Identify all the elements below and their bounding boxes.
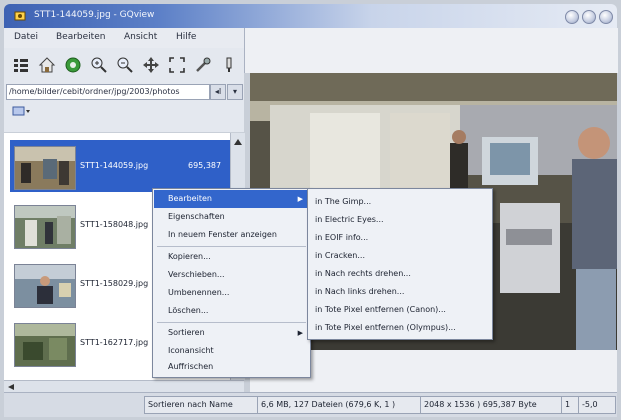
path-back-button[interactable]: ◂I: [210, 84, 226, 100]
scroll-left-icon[interactable]: [8, 384, 14, 390]
scroll-up-icon[interactable]: [234, 139, 242, 145]
file-name: STT1-158029.jpg: [80, 279, 149, 288]
menu-item-label: Sortieren: [168, 328, 205, 337]
path-menu-button[interactable]: ▾: [227, 84, 243, 100]
menu-separator: [157, 322, 306, 323]
menu-bearbeiten[interactable]: Bearbeiten: [56, 32, 105, 42]
submenu-item-exif-info[interactable]: in EOIF info...: [309, 229, 491, 247]
submenu-item-gimp[interactable]: in The Gimp...: [309, 193, 491, 211]
zoom-fit-icon[interactable]: [142, 56, 160, 74]
path-input[interactable]: /home/bilder/cebit/ordner/jpg/2003/photo…: [6, 84, 210, 100]
close-icon[interactable]: [599, 10, 613, 24]
status-info: 6,6 MB, 127 Dateien (679,6 K, 1 ): [257, 396, 423, 414]
submenu-item-rotate-right[interactable]: in Nach rechts drehen...: [309, 265, 491, 283]
menu-ansicht[interactable]: Ansicht: [124, 32, 157, 42]
list-item[interactable]: STT1-144059.jpg 695,387: [10, 140, 230, 192]
sort-button[interactable]: Sortieren nach Name: [144, 396, 258, 414]
menu-separator: [157, 246, 306, 247]
tools-icon[interactable]: [194, 56, 212, 74]
refresh-icon[interactable]: [64, 56, 82, 74]
file-name: STT1-158048.jpg: [80, 220, 149, 229]
zoom-in-icon[interactable]: [90, 56, 108, 74]
menu-item-verschieben[interactable]: Verschieben...: [154, 266, 309, 284]
thumbnail: [14, 264, 76, 308]
menu-item-neues-fenster[interactable]: In neuem Fenster anzeigen: [154, 226, 309, 244]
folder-dropdown-icon[interactable]: [12, 106, 32, 118]
submenu-arrow-icon: ▶: [297, 329, 303, 337]
viewer-header: [244, 28, 618, 73]
status-zoom: -5,0: [578, 396, 616, 414]
menu-item-umbenennen[interactable]: Umbenennen...: [154, 284, 309, 302]
folder-area: [4, 100, 244, 132]
maximize-icon[interactable]: [582, 10, 596, 24]
zoom-out-icon[interactable]: [116, 56, 134, 74]
status-page: 1: [561, 396, 579, 414]
menu-hilfe[interactable]: Hilfe: [176, 32, 196, 42]
menu-item-sortieren[interactable]: Sortieren ▶: [154, 324, 309, 342]
file-name: STT1-144059.jpg: [80, 161, 149, 170]
status-dims: 2048 x 1536 ) 695,387 Byte: [420, 396, 564, 414]
home-icon[interactable]: [38, 56, 56, 74]
menubar: Datei Bearbeiten Ansicht Hilfe: [4, 28, 244, 49]
fullscreen-icon[interactable]: [168, 56, 186, 74]
submenu-item-cracken[interactable]: in Cracken...: [309, 247, 491, 265]
submenu-item-rotate-left[interactable]: in Nach links drehen...: [309, 283, 491, 301]
menu-item-auffrischen[interactable]: Auffrischen: [154, 358, 309, 376]
app-icon: [14, 11, 26, 21]
status-bar: Sortieren nach Name 6,6 MB, 127 Dateien …: [4, 392, 617, 417]
submenu-item-dead-pixel-canon[interactable]: in Tote Pixel entfernen (Canon)...: [309, 301, 491, 319]
config-icon[interactable]: [220, 56, 238, 74]
thumbnail: [14, 146, 76, 190]
toolbar: [4, 48, 244, 83]
minimize-icon[interactable]: [565, 10, 579, 24]
menu-item-loeschen[interactable]: Löschen...: [154, 302, 309, 320]
edit-submenu: in The Gimp... in Electric Eyes... in EO…: [307, 188, 493, 340]
file-size: 695,387: [188, 161, 222, 170]
window-title: STT1-144059.jpg - GQview: [34, 10, 155, 20]
submenu-arrow-icon: ▶: [297, 195, 303, 203]
submenu-item-dead-pixel-olympus[interactable]: in Tote Pixel entfernen (Olympus)...: [309, 319, 491, 337]
thumbnail: [14, 323, 76, 367]
menu-item-bearbeiten[interactable]: Bearbeiten ▶: [154, 190, 309, 208]
context-menu: Bearbeiten ▶ Eigenschaften In neuem Fens…: [152, 188, 311, 378]
menu-datei[interactable]: Datei: [14, 32, 38, 42]
menu-item-label: Bearbeiten: [168, 194, 212, 203]
submenu-item-electric-eyes[interactable]: in Electric Eyes...: [309, 211, 491, 229]
thumbnail: [14, 205, 76, 249]
title-bar: STT1-144059.jpg - GQview: [4, 4, 617, 28]
menu-item-eigenschaften[interactable]: Eigenschaften: [154, 208, 309, 226]
thumbnails-icon[interactable]: [12, 56, 30, 74]
file-name: STT1-162717.jpg: [80, 338, 149, 347]
menu-item-kopieren[interactable]: Kopieren...: [154, 248, 309, 266]
